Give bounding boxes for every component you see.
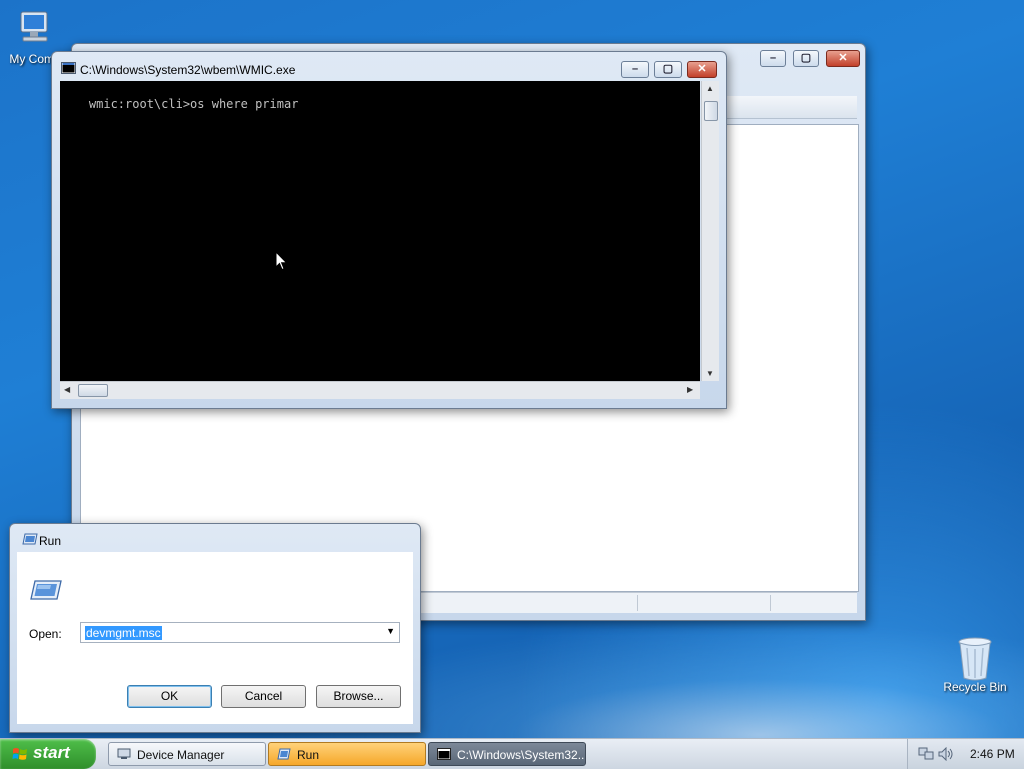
system-tray: 2:46 PM: [907, 739, 1024, 769]
status-divider: [637, 595, 638, 611]
minimize-icon: –: [769, 52, 777, 64]
console-output[interactable]: wmic:root\cli>os where primar: [60, 81, 700, 381]
horizontal-scrollbar[interactable]: ◀ ▶: [60, 381, 700, 399]
open-combobox[interactable]: devmgmt.msc ▼: [80, 622, 400, 643]
volume-icon[interactable]: [938, 746, 954, 762]
console-icon: [61, 62, 76, 74]
maximize-icon: ▢: [662, 63, 674, 75]
console-line: wmic:root\cli>os where primar: [88, 97, 299, 111]
device-manager-icon: [117, 748, 131, 760]
taskbar-item-label: Device Manager: [137, 748, 225, 762]
scroll-right-arrow-icon[interactable]: ▶: [687, 385, 693, 394]
ok-button[interactable]: OK: [127, 685, 212, 708]
taskbar-item-label: Run: [297, 748, 320, 762]
desktop-icon-label: Recycle Bin: [943, 680, 1007, 694]
close-icon: ✕: [838, 52, 848, 64]
console-icon: [437, 748, 451, 760]
windows-logo-icon: [12, 746, 28, 762]
run-dialog: Run Open: devmgmt.msc ▼ OK Cancel Browse…: [9, 523, 421, 733]
window-title: C:\Windows\System32\wbem\WMIC.exe: [80, 63, 296, 77]
taskbar-item-wmic[interactable]: C:\Windows\System32...: [428, 742, 586, 766]
desktop-icon-recycle-bin[interactable]: Recycle Bin: [940, 636, 1010, 694]
run-icon: [277, 748, 291, 760]
close-icon: ✕: [697, 63, 707, 75]
run-body: Open: devmgmt.msc ▼ OK Cancel Browse...: [17, 552, 413, 724]
maximize-button[interactable]: ▢: [793, 50, 819, 67]
wmic-window: C:\Windows\System32\wbem\WMIC.exe – ▢ ✕ …: [51, 51, 727, 409]
start-label: start: [33, 743, 70, 762]
mouse-cursor-icon: [275, 250, 288, 274]
open-label: Open:: [29, 627, 62, 641]
chevron-down-icon[interactable]: ▼: [386, 626, 395, 636]
browse-button[interactable]: Browse...: [316, 685, 401, 708]
scroll-down-arrow-icon[interactable]: ▼: [706, 369, 714, 378]
open-input-value[interactable]: devmgmt.msc: [85, 626, 162, 640]
scroll-thumb[interactable]: [704, 101, 718, 121]
window-title: Run: [39, 534, 62, 548]
close-button[interactable]: ✕: [826, 50, 860, 67]
minimize-button[interactable]: –: [760, 50, 786, 67]
maximize-icon: ▢: [800, 52, 812, 64]
maximize-button[interactable]: ▢: [654, 61, 682, 78]
network-icon[interactable]: [918, 747, 934, 761]
scroll-left-arrow-icon[interactable]: ◀: [64, 385, 70, 394]
device-manager-toolbar: [727, 96, 857, 119]
scroll-thumb[interactable]: [78, 384, 108, 397]
taskbar-item-run[interactable]: Run: [268, 742, 426, 766]
status-divider: [770, 595, 771, 611]
computer-icon: [15, 8, 55, 48]
minimize-button[interactable]: –: [621, 61, 649, 78]
taskbar: start Device Manager Run C:\Windows\Syst…: [0, 738, 1024, 769]
run-program-icon: [29, 579, 63, 601]
run-title-icon: [22, 533, 38, 545]
close-button[interactable]: ✕: [687, 61, 717, 78]
vertical-scrollbar[interactable]: ▲ ▼: [701, 81, 719, 381]
start-button[interactable]: start: [0, 739, 96, 769]
recycle-bin-icon: [955, 636, 995, 681]
clock[interactable]: 2:46 PM: [970, 747, 1015, 761]
run-titlebar[interactable]: [10, 524, 420, 552]
scroll-up-arrow-icon[interactable]: ▲: [706, 84, 714, 93]
minimize-icon: –: [631, 63, 639, 75]
taskbar-item-label: C:\Windows\System32...: [457, 748, 586, 762]
taskbar-item-device-manager[interactable]: Device Manager: [108, 742, 266, 766]
cancel-button[interactable]: Cancel: [221, 685, 306, 708]
